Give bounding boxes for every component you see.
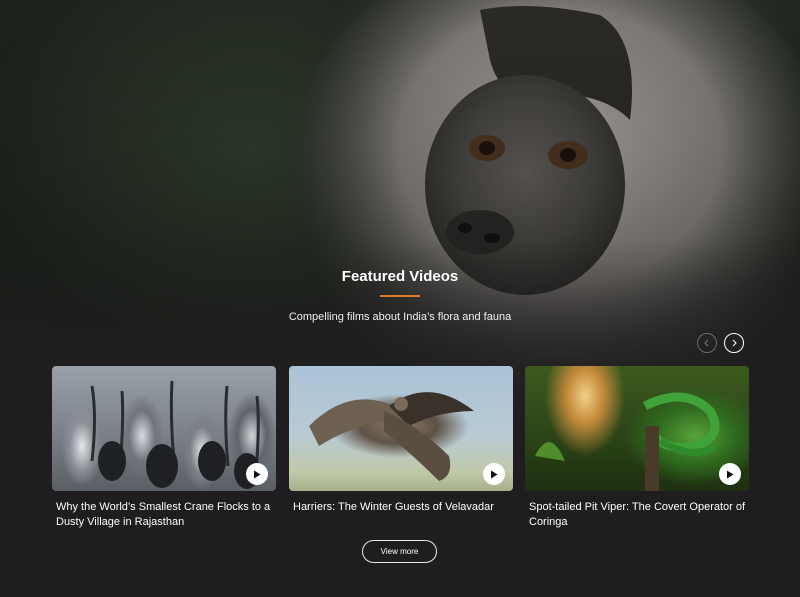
view-more-button[interactable]: View more [362,540,437,563]
video-card[interactable]: Why the World’s Smallest Crane Flocks to… [52,366,276,530]
play-icon [254,470,261,478]
chevron-right-icon [732,339,737,347]
video-thumbnail[interactable] [525,366,749,491]
carousel-next-button[interactable] [724,333,744,353]
play-button[interactable] [246,463,268,485]
viper-illustration [535,392,720,491]
play-button[interactable] [719,463,741,485]
play-button[interactable] [483,463,505,485]
video-thumbnail[interactable] [289,366,513,491]
chevron-left-icon [704,339,709,347]
video-card[interactable]: Harriers: The Winter Guests of Velavadar [289,366,513,515]
section-title: Featured Videos [341,268,459,285]
video-title[interactable]: Harriers: The Winter Guests of Velavadar [289,500,513,515]
play-icon [727,470,734,478]
play-icon [491,470,498,478]
title-underline [380,295,420,297]
video-title[interactable]: Why the World’s Smallest Crane Flocks to… [52,500,276,530]
section-subtitle: Compelling films about India’s flora and… [288,311,512,323]
video-title[interactable]: Spot-tailed Pit Viper: The Covert Operat… [525,500,749,530]
harrier-illustration [309,392,474,481]
carousel-prev-button[interactable] [697,333,717,353]
video-thumbnail[interactable] [52,366,276,491]
cranes-illustration [90,380,260,489]
video-card[interactable]: Spot-tailed Pit Viper: The Covert Operat… [525,366,749,530]
section-header: Featured Videos Compelling films about I… [0,268,800,323]
